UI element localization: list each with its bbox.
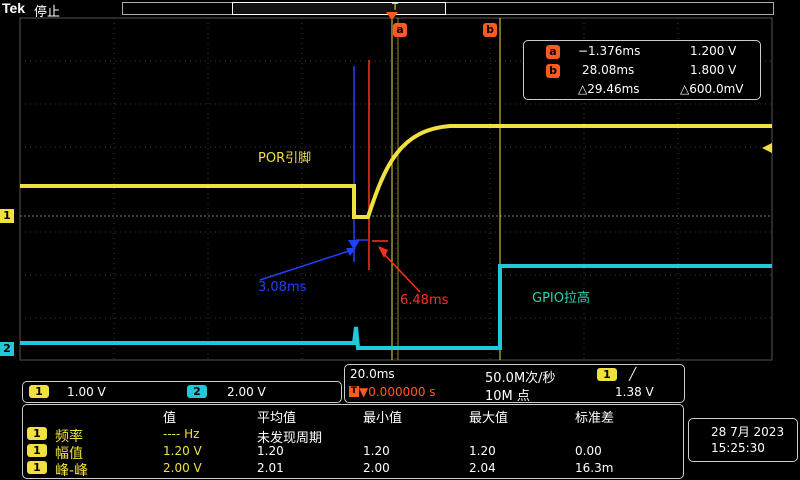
record-length: 10M 点	[485, 389, 530, 404]
measurement-cell-min: 1.20	[363, 444, 390, 458]
cursor-delta-time: △29.46ms	[578, 82, 640, 96]
sample-rate: 50.0M次/秒	[485, 371, 556, 386]
measurement-header: 标准差	[575, 411, 615, 426]
measurement-cell-min: 2.00	[363, 461, 390, 475]
trigger-source-chip: 1	[597, 368, 617, 381]
horizontal-scale: 20.0ms	[350, 367, 395, 381]
ch2-scale[interactable]: 2.00 V	[227, 385, 266, 399]
ch1-scale[interactable]: 1.00 V	[67, 385, 106, 399]
red-delay-annotation: 6.48ms	[400, 293, 449, 308]
trigger-level-marker	[762, 143, 772, 153]
cursor-b-readout-marker: b	[546, 64, 560, 78]
channel-scale-box: 1 1.00 V 2 2.00 V	[22, 381, 342, 403]
cursor-a-volt: 1.200 V	[690, 44, 737, 58]
measurement-table: 值平均值 最小值 最大值 标准差 1 频率 ---- Hz 未发现周期 1 幅值 1.20 V 1.…	[22, 404, 684, 479]
blue-arrow	[259, 249, 353, 281]
measurement-cell-std: 0.00	[575, 444, 602, 458]
ch1-chip[interactable]: 1	[29, 385, 49, 398]
ch2-chip[interactable]: 2	[187, 385, 207, 398]
measurement-cell-mean: 1.20	[257, 444, 284, 458]
trigger-level: 1.38 V	[615, 385, 654, 399]
cursor-a-time: −1.376ms	[578, 44, 641, 58]
measurement-header: 值	[163, 411, 177, 426]
blue-delay-annotation: 3.08ms	[258, 280, 307, 295]
date: 28 7月 2023	[711, 425, 785, 439]
timebase-box[interactable]: 20.0ms 50.0M次/秒 1 ╱ T ▼0.000000 s 10M 点 …	[344, 364, 685, 404]
gpio-annotation: GPIO拉高	[532, 291, 590, 306]
por-annotation: POR引脚	[258, 151, 312, 166]
measurement-cell-value: 1.20 V	[163, 444, 202, 458]
trigger-position: ▼0.000000 s	[359, 385, 436, 399]
measurement-cell-max: 1.20	[469, 444, 496, 458]
measurement-cell-max: 2.04	[469, 461, 496, 475]
measurement-channel-chip[interactable]: 1	[27, 444, 47, 457]
cursor-a-readout-marker: a	[546, 45, 560, 59]
trigger-marker-label: T	[392, 2, 399, 13]
ch1-ground-marker[interactable]: 1	[0, 209, 14, 223]
measurement-channel-chip[interactable]: 1	[27, 427, 47, 440]
red-arrow	[381, 251, 421, 293]
cursor-b-volt: 1.800 V	[690, 63, 737, 77]
cursor-delta-volt: △600.0mV	[680, 82, 744, 96]
measurement-cell-mean: 2.01	[257, 461, 284, 475]
cursor-readout: a −1.376ms 1.200 V b 28.08ms 1.800 V △29…	[523, 40, 761, 100]
measurement-cell-std: 16.3m	[575, 461, 614, 475]
measurement-header: 最大值	[469, 411, 509, 426]
trigger-position-icon: T	[349, 386, 359, 397]
measurement-channel-chip[interactable]: 1	[27, 461, 47, 474]
datetime-box[interactable]: 28 7月 2023 15:25:30	[688, 418, 798, 462]
time: 15:25:30	[711, 441, 765, 455]
measurement-header: 最小值	[363, 411, 403, 426]
trigger-slope-icon: ╱	[629, 367, 637, 381]
measurement-name[interactable]: 峰-峰	[55, 460, 88, 480]
ch2-ground-marker[interactable]: 2	[0, 342, 14, 356]
measurement-cell-value: 2.00 V	[163, 461, 202, 475]
measurement-cell-value: ---- Hz	[163, 427, 200, 441]
cursor-b-marker[interactable]: b	[483, 23, 497, 37]
measurement-header: 平均值	[257, 411, 297, 426]
cursor-a-marker[interactable]: a	[393, 23, 407, 37]
cursor-b-time: 28.08ms	[582, 63, 635, 77]
